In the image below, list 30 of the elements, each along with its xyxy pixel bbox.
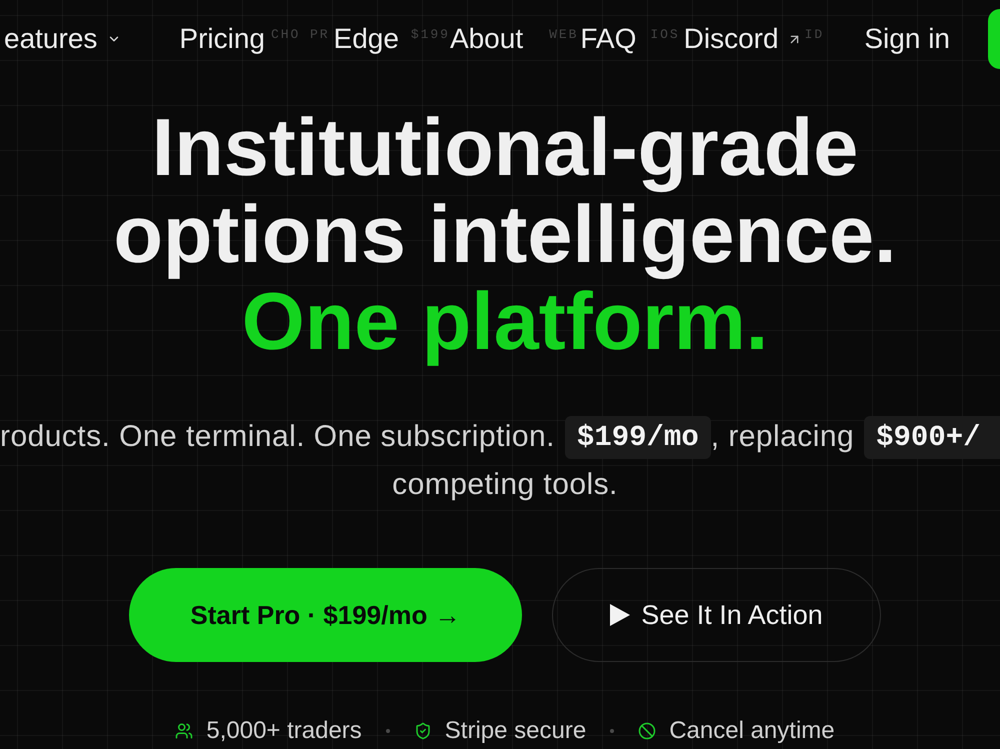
cta-button[interactable]	[988, 9, 1000, 69]
sign-in-link[interactable]: Sign in	[864, 22, 950, 56]
play-icon	[610, 604, 630, 626]
headline: options intelligence.	[113, 192, 897, 279]
nav-link[interactable]: eatures	[4, 22, 122, 56]
nav-link[interactable]: Discord	[684, 22, 802, 56]
ticker-text: ID	[804, 28, 824, 42]
subtitle-text: roducts. One terminal. One subscription.	[0, 419, 555, 455]
ticker-text: WEB	[549, 28, 578, 42]
nav-link[interactable]: Edge	[334, 22, 399, 56]
price-chip: $199/mo	[564, 416, 711, 458]
nav-link[interactable]: FAQ	[580, 22, 636, 56]
circle-slash-icon	[638, 722, 656, 740]
ticker-text: $199	[410, 28, 450, 42]
ticker-text: IOS	[650, 28, 680, 42]
trust-text: Stripe secure	[444, 717, 586, 745]
trust-text: Cancel anytime	[669, 717, 835, 745]
ticker-text: CHO PR	[271, 28, 330, 42]
start-pro-button[interactable]: Start Pro · $199/mo →	[129, 568, 522, 662]
subtitle-text: , replacing	[710, 419, 854, 455]
users-icon	[175, 722, 194, 740]
subtitle-text: competing tools.	[392, 467, 618, 503]
price-chip: $900+/	[864, 416, 1000, 458]
trust-text: 5,000+ traders	[206, 717, 362, 745]
shield-check-icon	[414, 722, 432, 740]
headline-accent: One platform.	[242, 279, 768, 366]
watch-demo-button[interactable]: See It In Action	[552, 568, 881, 662]
nav-link[interactable]: About	[450, 22, 524, 56]
nav-link[interactable]: Pricing	[179, 22, 265, 56]
headline: Institutional-grade	[152, 105, 858, 192]
